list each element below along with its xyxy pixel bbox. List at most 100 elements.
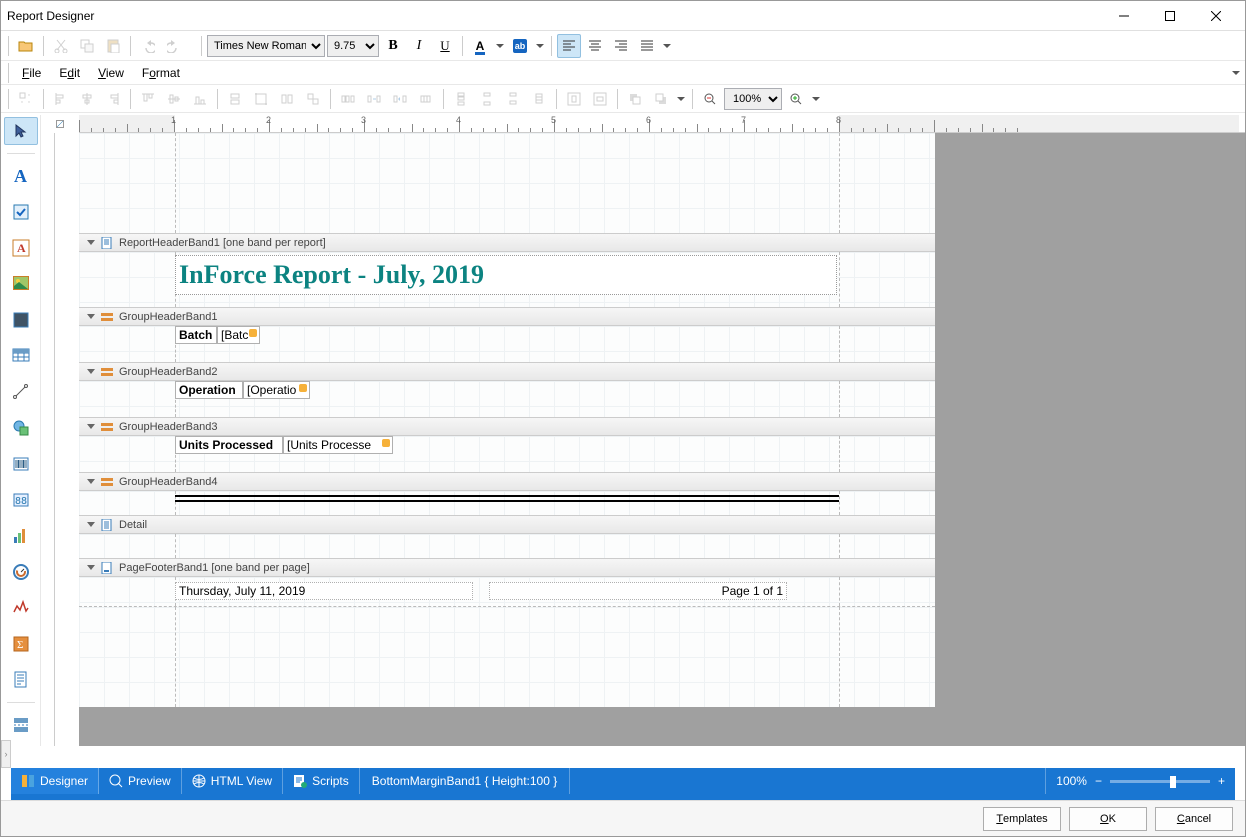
vspace-remove-button[interactable] bbox=[527, 87, 551, 111]
band-detail[interactable]: Detail bbox=[79, 515, 935, 534]
same-height-button[interactable] bbox=[275, 87, 299, 111]
vspace-increase-button[interactable] bbox=[475, 87, 499, 111]
shape-tool[interactable] bbox=[4, 414, 38, 442]
view-menu[interactable]: View bbox=[90, 64, 132, 82]
collapse-icon[interactable] bbox=[87, 240, 95, 245]
italic-button[interactable]: I bbox=[407, 34, 431, 58]
zoom-in-button[interactable] bbox=[784, 87, 808, 111]
cancel-button[interactable]: Cancel bbox=[1155, 807, 1233, 831]
batch-field[interactable]: [Batc bbox=[217, 326, 260, 344]
vspace-equal-button[interactable] bbox=[449, 87, 473, 111]
font-color-dropdown[interactable] bbox=[494, 34, 506, 58]
pagebreak-tool[interactable] bbox=[4, 711, 38, 739]
pointer-tool[interactable] bbox=[4, 117, 38, 145]
collapse-icon[interactable] bbox=[87, 565, 95, 570]
menu-overflow-button[interactable] bbox=[1229, 66, 1243, 80]
send-back-button[interactable] bbox=[649, 87, 673, 111]
zoom-slider[interactable] bbox=[1110, 780, 1210, 783]
band-group4[interactable]: GroupHeaderBand4 bbox=[79, 472, 935, 491]
horizontal-line[interactable] bbox=[175, 495, 839, 497]
file-menu[interactable]: File bbox=[14, 64, 49, 82]
zoom-plus[interactable]: + bbox=[1218, 774, 1225, 788]
hspace-remove-button[interactable] bbox=[414, 87, 438, 111]
ok-button[interactable]: OK bbox=[1069, 807, 1147, 831]
band-group2[interactable]: GroupHeaderBand2 bbox=[79, 362, 935, 381]
underline-button[interactable]: U bbox=[433, 34, 457, 58]
format-menu[interactable]: Format bbox=[134, 64, 188, 82]
barcode-tool[interactable] bbox=[4, 450, 38, 478]
open-button[interactable] bbox=[14, 34, 38, 58]
edit-menu[interactable]: Edit bbox=[51, 64, 88, 82]
align-right-button[interactable] bbox=[609, 34, 633, 58]
band-report-header[interactable]: ReportHeaderBand1 [one band per report] bbox=[79, 233, 935, 252]
collapse-icon[interactable] bbox=[87, 314, 95, 319]
units-field[interactable]: [Units Processe bbox=[283, 436, 393, 454]
date-field[interactable]: Thursday, July 11, 2019 bbox=[175, 582, 473, 600]
vspace-decrease-button[interactable] bbox=[501, 87, 525, 111]
report-title-field[interactable]: InForce Report - July, 2019 bbox=[175, 255, 837, 295]
horizontal-ruler[interactable]: 12345678 bbox=[79, 115, 1245, 133]
page-surface[interactable]: ReportHeaderBand1 [one band per report] … bbox=[79, 133, 935, 707]
horizontal-line[interactable] bbox=[175, 500, 839, 502]
band-group1[interactable]: GroupHeaderBand1 bbox=[79, 307, 935, 326]
preview-tab[interactable]: Preview bbox=[99, 768, 182, 794]
picture-tool[interactable] bbox=[4, 270, 38, 298]
align-bottom-obj-button[interactable] bbox=[188, 87, 212, 111]
cut-button[interactable] bbox=[49, 34, 73, 58]
align-center-button[interactable] bbox=[583, 34, 607, 58]
table-tool[interactable] bbox=[4, 342, 38, 370]
collapse-icon[interactable] bbox=[87, 369, 95, 374]
minimize-button[interactable] bbox=[1101, 1, 1147, 31]
align-top-obj-button[interactable] bbox=[136, 87, 160, 111]
collapse-icon[interactable] bbox=[87, 424, 95, 429]
align-center-obj-button[interactable] bbox=[75, 87, 99, 111]
zipcode-tool[interactable]: 88 bbox=[4, 486, 38, 514]
hspace-decrease-button[interactable] bbox=[388, 87, 412, 111]
font-color-button[interactable]: A bbox=[468, 34, 492, 58]
align-left-button[interactable] bbox=[557, 34, 581, 58]
font-name-select[interactable]: Times New Roman bbox=[207, 35, 325, 57]
align-left-obj-button[interactable] bbox=[49, 87, 73, 111]
gauge-tool[interactable] bbox=[4, 558, 38, 586]
center-vert-button[interactable] bbox=[588, 87, 612, 111]
band-group3[interactable]: GroupHeaderBand3 bbox=[79, 417, 935, 436]
sparkline-tool[interactable] bbox=[4, 594, 38, 622]
operation-field[interactable]: [Operatio bbox=[243, 381, 310, 399]
subreport-tool[interactable] bbox=[4, 666, 38, 694]
operation-label[interactable]: Operation bbox=[175, 381, 243, 399]
collapse-icon[interactable] bbox=[87, 522, 95, 527]
pivot-tool[interactable]: Σ bbox=[4, 630, 38, 658]
vertical-ruler[interactable] bbox=[41, 133, 55, 746]
zoom-out-button[interactable] bbox=[698, 87, 722, 111]
zoom-dropdown[interactable] bbox=[810, 87, 822, 111]
copy-button[interactable] bbox=[75, 34, 99, 58]
chart-tool[interactable] bbox=[4, 522, 38, 550]
band-page-footer[interactable]: PageFooterBand1 [one band per page] bbox=[79, 558, 935, 577]
redo-button[interactable] bbox=[162, 34, 186, 58]
bring-front-button[interactable] bbox=[623, 87, 647, 111]
html-view-tab[interactable]: HTML View bbox=[182, 768, 283, 794]
templates-button[interactable]: Templates bbox=[983, 807, 1061, 831]
expand-panel-button[interactable]: › bbox=[1, 740, 11, 768]
zoom-select[interactable]: 100% bbox=[724, 88, 782, 110]
align-right-obj-button[interactable] bbox=[101, 87, 125, 111]
collapse-icon[interactable] bbox=[87, 479, 95, 484]
order-dropdown[interactable] bbox=[675, 87, 687, 111]
zoom-minus[interactable]: − bbox=[1095, 774, 1102, 788]
font-size-select[interactable]: 9.75 bbox=[327, 35, 379, 57]
size-to-grid-button[interactable] bbox=[249, 87, 273, 111]
center-horiz-button[interactable] bbox=[562, 87, 586, 111]
scripts-tab[interactable]: Scripts bbox=[283, 768, 360, 794]
highlight-button[interactable]: ab bbox=[508, 34, 532, 58]
align-dropdown[interactable] bbox=[661, 34, 673, 58]
label-tool[interactable]: A bbox=[4, 162, 38, 190]
richtext-tool[interactable]: A bbox=[4, 234, 38, 262]
same-size-button[interactable] bbox=[301, 87, 325, 111]
same-width-button[interactable] bbox=[223, 87, 247, 111]
align-middle-obj-button[interactable] bbox=[162, 87, 186, 111]
undo-button[interactable] bbox=[136, 34, 160, 58]
maximize-button[interactable] bbox=[1147, 1, 1193, 31]
design-surface[interactable]: ReportHeaderBand1 [one band per report] … bbox=[79, 133, 1245, 746]
batch-label[interactable]: Batch bbox=[175, 326, 217, 344]
line-tool[interactable] bbox=[4, 378, 38, 406]
